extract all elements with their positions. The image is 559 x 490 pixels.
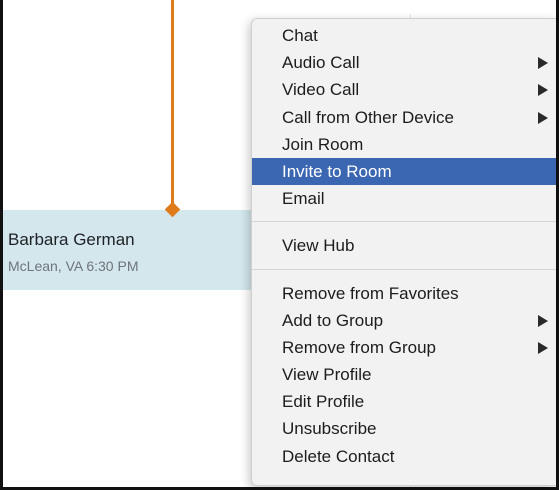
menu-item-chat[interactable]: Chat (252, 22, 556, 49)
contact-location-time: McLean, VA 6:30 PM (8, 258, 139, 274)
menu-item-remove-from-group[interactable]: Remove from Group (252, 334, 556, 361)
context-menu: Chat Audio Call Video Call Call from Other … (251, 18, 556, 486)
menu-item-label: Video Call (282, 80, 360, 100)
menu-item-label: Delete Contact (282, 446, 395, 466)
menu-item-label: Edit Profile (282, 392, 365, 412)
menu-item-label: Chat (282, 26, 318, 45)
menu-item-invite-to-room[interactable]: Invite to Room (252, 157, 556, 186)
submenu-arrow-icon (538, 57, 548, 70)
menu-item-label: View Hub (282, 236, 355, 256)
menu-item-unsubscribe[interactable]: Unsubscribe (252, 415, 556, 442)
menu-item-label: Join Room (282, 134, 364, 154)
menu-item-join-room[interactable]: Join Room (252, 131, 556, 158)
menu-item-view-profile[interactable]: View Profile (252, 361, 556, 388)
menu-item-label: Add to Group (282, 310, 384, 330)
menu-item-video-call[interactable]: Video Call (252, 76, 556, 103)
menu-item-label: Remove from Favorites (282, 283, 459, 303)
menu-item-email[interactable]: Email (252, 185, 556, 212)
menu-item-label: Unsubscribe (282, 419, 377, 439)
menu-item-label: Remove from Group (282, 337, 436, 357)
menu-item-label: Call from Other Device (282, 107, 454, 127)
menu-item-label: Audio Call (282, 53, 360, 73)
menu-item-view-hub[interactable]: View Hub (252, 232, 556, 259)
menu-separator (252, 268, 556, 270)
menu-item-edit-profile[interactable]: Edit Profile (252, 388, 556, 415)
contact-name: Barbara German (8, 230, 135, 249)
submenu-arrow-icon (538, 111, 548, 124)
menu-item-remove-from-favorites[interactable]: Remove from Favorites (252, 280, 556, 307)
callout-line (171, 0, 174, 206)
menu-item-label: View Profile (282, 365, 372, 385)
menu-item-audio-call[interactable]: Audio Call (252, 49, 556, 76)
menu-item-delete-contact[interactable]: Delete Contact (252, 443, 556, 470)
submenu-arrow-icon (538, 84, 548, 97)
menu-item-label: Email (282, 189, 325, 209)
submenu-arrow-icon (538, 341, 548, 354)
menu-item-call-from-other-device[interactable]: Call from Other Device (252, 104, 556, 131)
menu-item-add-to-group[interactable]: Add to Group (252, 307, 556, 334)
menu-item-label: Invite to Room (282, 161, 392, 181)
menu-separator (252, 221, 556, 223)
submenu-arrow-icon (538, 314, 548, 327)
